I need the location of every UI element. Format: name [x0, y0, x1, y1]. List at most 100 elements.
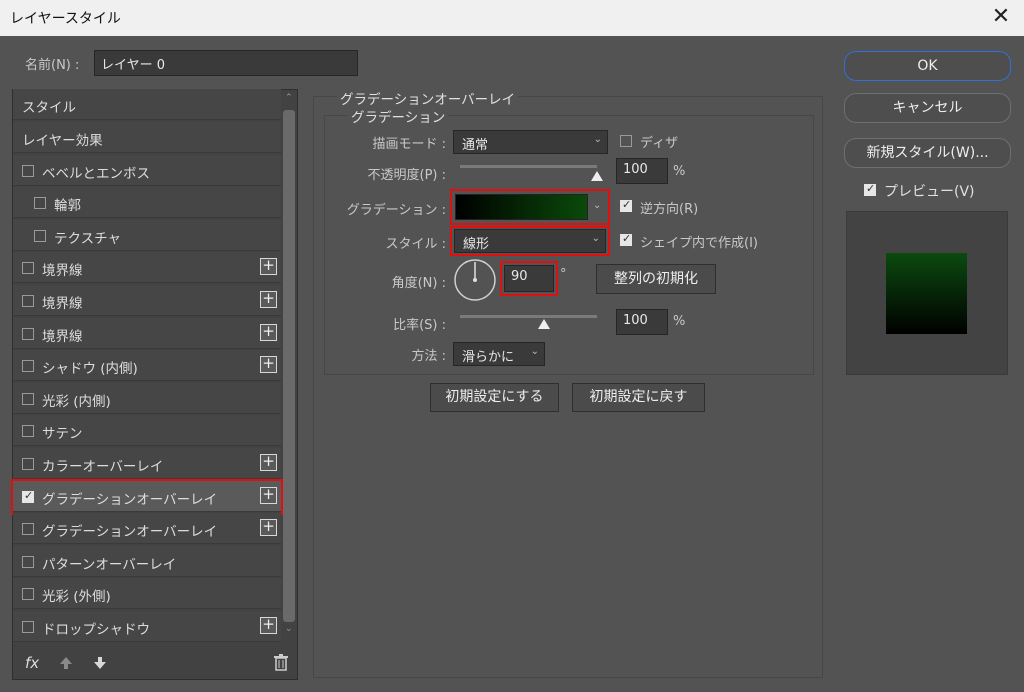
trash-icon[interactable] — [273, 654, 289, 671]
chevron-down-icon[interactable]: ⌄ — [593, 200, 601, 211]
preview-checkbox[interactable] — [864, 182, 876, 196]
list-item-label: 輪郭 — [54, 198, 81, 215]
list-item-checkbox[interactable] — [22, 262, 34, 275]
align-checkbox[interactable] — [620, 232, 632, 246]
angle-dial[interactable] — [453, 258, 497, 302]
angle-unit: ° — [560, 267, 567, 282]
list-item-header[interactable]: スタイル — [13, 89, 281, 120]
list-item[interactable]: ドロップシャドウ + — [13, 611, 281, 642]
reset-alignment-button[interactable]: 整列の初期化 — [596, 264, 716, 294]
opacity-label: 不透明度(P) : — [367, 168, 447, 183]
list-item-label: 境界線 — [42, 263, 83, 280]
make-default-button[interactable]: 初期設定にする — [430, 383, 559, 412]
chevron-down-icon: ⌄ — [593, 134, 602, 145]
arrow-down-icon[interactable] — [92, 655, 108, 671]
list-item-label: サテン — [42, 426, 83, 443]
list-item-checkbox[interactable] — [22, 425, 34, 438]
list-item-checkbox[interactable] — [22, 523, 34, 536]
list-item-checkbox[interactable] — [22, 392, 34, 405]
name-label: 名前(N) : — [25, 58, 80, 73]
new-style-button[interactable]: 新規スタイル(W)... — [844, 138, 1011, 168]
list-item-checkbox[interactable] — [22, 327, 34, 340]
arrow-up-icon[interactable] — [58, 655, 74, 671]
reverse-checkbox[interactable] — [620, 198, 632, 212]
list-item[interactable]: 光彩 (内側) — [13, 382, 281, 414]
angle-label: 角度(N) : — [391, 276, 446, 291]
list-item[interactable]: シャドウ (内側) + — [13, 350, 281, 382]
align-label: シェイプ内で作成(I) — [640, 236, 758, 251]
add-effect-icon[interactable]: + — [260, 258, 277, 276]
list-item-label: 光彩 (外側) — [42, 589, 111, 606]
list-item[interactable]: レイヤー効果 — [13, 122, 281, 153]
style-select[interactable]: 線形 ⌄ — [454, 229, 606, 253]
cancel-button[interactable]: キャンセル — [844, 93, 1011, 123]
add-effect-icon[interactable]: + — [260, 519, 277, 537]
close-icon[interactable]: ✕ — [988, 4, 1014, 30]
scroll-down-icon[interactable]: ⌄ — [285, 624, 293, 634]
list-item-checkbox[interactable] — [22, 164, 34, 177]
gradient-label: グラデーション : — [346, 203, 446, 218]
scale-unit: % — [673, 314, 686, 329]
list-item[interactable]: カラーオーバーレイ + — [13, 448, 281, 479]
blend-mode-value: 通常 — [462, 138, 489, 153]
list-item[interactable]: 光彩 (外側) — [13, 578, 281, 610]
dither-checkbox[interactable] — [620, 135, 632, 147]
list-item-label: ベベルとエンボス — [42, 165, 150, 182]
list-item-checkbox[interactable] — [22, 621, 34, 633]
list-item-checkbox[interactable] — [22, 295, 34, 307]
list-item[interactable]: 境界線 + — [13, 252, 281, 284]
opacity-unit: % — [673, 164, 686, 179]
list-header-label: スタイル — [22, 100, 76, 116]
window-title: レイヤースタイル — [10, 11, 121, 27]
list-item-checkbox[interactable] — [34, 229, 46, 242]
scale-value: 100 — [623, 313, 648, 328]
style-list-items: スタイル レイヤー効果 ベベルとエンボス 輪郭 テクスチャ 境界線 + 境界線 + 境界線 + シャ… — [11, 89, 298, 649]
list-item[interactable]: 境界線 + — [13, 317, 281, 349]
list-item[interactable]: パターンオーバーレイ — [13, 545, 281, 577]
list-item[interactable]: サテン — [13, 415, 281, 447]
add-effect-icon[interactable]: + — [260, 323, 277, 341]
preview-label: プレビュー(V) — [884, 184, 975, 200]
method-value: 滑らかに — [462, 350, 515, 365]
list-item[interactable]: 輪郭 — [13, 187, 281, 219]
list-item-checkbox[interactable] — [22, 555, 34, 568]
method-select[interactable]: 滑らかに ⌄ — [453, 342, 545, 366]
list-item-label: グラデーションオーバーレイ — [42, 524, 218, 541]
method-label: 方法 : — [411, 349, 446, 364]
angle-value: 90 — [511, 269, 528, 284]
list-item-label: シャドウ (内側) — [42, 361, 138, 378]
list-item[interactable]: テクスチャ — [13, 219, 281, 251]
scale-slider[interactable] — [460, 315, 597, 318]
list-item-label: カラーオーバーレイ — [42, 459, 164, 475]
opacity-slider[interactable] — [460, 165, 597, 168]
angle-input[interactable]: 90 — [504, 265, 554, 292]
add-effect-icon[interactable]: + — [260, 291, 277, 308]
list-item-checkbox[interactable] — [22, 360, 34, 373]
list-item[interactable]: グラデーションオーバーレイ + — [13, 513, 281, 545]
name-input[interactable]: レイヤー 0 — [94, 50, 358, 76]
gradient-swatch[interactable] — [455, 194, 588, 220]
list-item-label: 境界線 — [42, 328, 83, 345]
list-item[interactable]: ベベルとエンボス — [13, 154, 281, 186]
style-value: 線形 — [463, 237, 490, 252]
ok-button[interactable]: OK — [844, 51, 1011, 81]
scrollbar-thumb[interactable] — [283, 110, 295, 622]
list-item-checkbox[interactable] — [22, 458, 34, 470]
add-effect-icon[interactable]: + — [260, 617, 277, 634]
scale-slider-thumb[interactable] — [537, 319, 550, 329]
style-label: スタイル : — [385, 237, 446, 252]
fx-icon[interactable]: fx — [25, 654, 39, 672]
add-effect-icon[interactable]: + — [260, 454, 277, 471]
list-item[interactable]: 境界線 + — [13, 285, 281, 316]
list-item-checkbox[interactable] — [34, 197, 46, 210]
opacity-slider-thumb[interactable] — [591, 171, 603, 181]
opacity-input[interactable]: 100 — [616, 158, 668, 184]
list-item-checkbox[interactable] — [22, 588, 34, 601]
add-effect-icon[interactable]: + — [260, 356, 277, 374]
list-item-label: 光彩 (内側) — [42, 393, 111, 410]
reset-default-button[interactable]: 初期設定に戻す — [572, 383, 705, 412]
name-input-value: レイヤー 0 — [101, 58, 166, 73]
blend-mode-select[interactable]: 通常 ⌄ — [453, 130, 608, 154]
scroll-up-icon[interactable]: ⌃ — [285, 93, 293, 103]
scale-input[interactable]: 100 — [616, 309, 668, 335]
